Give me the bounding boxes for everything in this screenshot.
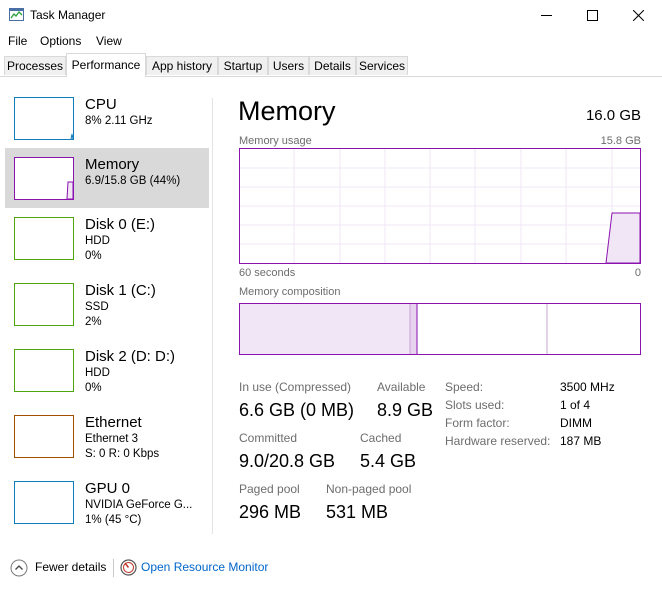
available-value: 8.9 GB <box>377 400 434 420</box>
sidebar-item-label: Memory <box>85 156 140 173</box>
in-use-value: 6.6 GB (0 MB) <box>239 400 355 420</box>
available-label: Available <box>377 380 426 394</box>
sidebar-item-detail: 0% <box>85 250 102 262</box>
committed-label: Committed <box>239 431 298 445</box>
disk-1-thumbnail-graph <box>14 283 74 326</box>
task-manager-icon <box>9 8 24 21</box>
cached-value: 5.4 GB <box>360 451 417 471</box>
tab-services[interactable]: Services <box>356 56 408 75</box>
memory-detail-panel: Memory 16.0 GB Memory usage 15.8 GB 60 s… <box>213 76 662 544</box>
sidebar-item-detail: 0% <box>85 382 102 394</box>
tab-details[interactable]: Details <box>309 56 356 75</box>
chevron-up-icon[interactable] <box>10 559 28 582</box>
maximize-button[interactable] <box>570 0 616 31</box>
tab-performance[interactable]: Performance <box>66 53 146 77</box>
sidebar-item-label: GPU 0 <box>85 480 131 497</box>
ethernet-thumbnail-graph <box>14 415 74 458</box>
sidebar-item-disk-0[interactable]: Disk 0 (E:) HDD 0% <box>5 208 209 268</box>
open-resource-monitor-link[interactable]: Open Resource Monitor <box>141 560 268 574</box>
non-paged-pool-label: Non-paged pool <box>326 482 412 496</box>
menu-options[interactable]: Options <box>40 34 81 48</box>
cpu-thumbnail-graph <box>14 97 74 140</box>
sidebar-item-detail: 2% <box>85 316 102 328</box>
time-axis-right-label: 0 <box>634 267 641 279</box>
resource-monitor-icon <box>120 559 137 581</box>
footer-bar: Fewer details Open Resource Monitor <box>0 552 662 584</box>
cached-label: Cached <box>360 431 402 445</box>
sidebar-item-detail: HDD <box>85 235 110 247</box>
page-title: Memory <box>238 96 336 126</box>
sidebar-item-disk-2[interactable]: Disk 2 (D: D:) HDD 0% <box>5 340 209 400</box>
sidebar-item-disk-1[interactable]: Disk 1 (C:) SSD 2% <box>5 274 209 334</box>
spec-label-hardware-reserved: Hardware reserved: <box>445 434 551 448</box>
spec-label-slots: Slots used: <box>445 398 505 412</box>
sidebar-item-detail: NVIDIA GeForce G... <box>85 499 193 511</box>
sidebar-item-label: Disk 1 (C:) <box>85 282 156 299</box>
menu-file[interactable]: File <box>8 34 27 48</box>
sidebar-item-gpu-0[interactable]: GPU 0 NVIDIA GeForce G... 1% (45 °C) <box>5 472 209 532</box>
menu-bar: File Options View <box>0 31 662 51</box>
gpu-0-thumbnail-graph <box>14 481 74 524</box>
non-paged-pool-value: 531 MB <box>326 502 389 522</box>
sidebar-item-detail: Ethernet 3 <box>85 433 139 445</box>
title-bar: Task Manager <box>0 0 662 31</box>
window-title: Task Manager <box>30 8 106 22</box>
tab-users[interactable]: Users <box>268 56 309 75</box>
spec-value-speed: 3500 MHz <box>560 380 615 394</box>
disk-2-thumbnail-graph <box>14 349 74 392</box>
sidebar-item-ethernet[interactable]: Ethernet Ethernet 3 S: 0 R: 0 Kbps <box>5 406 209 466</box>
sidebar-item-detail: S: 0 R: 0 Kbps <box>85 448 160 460</box>
spec-value-hardware-reserved: 187 MB <box>560 434 602 448</box>
committed-value: 9.0/20.8 GB <box>239 451 336 471</box>
sidebar-item-label: Ethernet <box>85 414 142 431</box>
memory-usage-max: 15.8 GB <box>600 135 641 147</box>
memory-usage-graph <box>239 148 641 264</box>
sidebar-item-label: CPU <box>85 96 117 113</box>
footer-separator <box>113 559 114 577</box>
fewer-details-button[interactable]: Fewer details <box>35 560 106 574</box>
sidebar-item-cpu[interactable]: CPU 8% 2.11 GHz <box>5 88 209 148</box>
paged-pool-value: 296 MB <box>239 502 302 522</box>
disk-0-thumbnail-graph <box>14 217 74 260</box>
tab-processes[interactable]: Processes <box>4 56 66 75</box>
resource-sidebar: CPU 8% 2.11 GHz Memory 6.9/15.8 GB (44%)… <box>0 76 212 544</box>
sidebar-item-detail: 1% (45 °C) <box>85 514 142 526</box>
sidebar-item-detail: 8% 2.11 GHz <box>85 115 153 127</box>
spec-value-form-factor: DIMM <box>560 416 592 430</box>
spec-value-slots: 1 of 4 <box>560 398 591 412</box>
memory-thumbnail-graph <box>14 157 74 200</box>
sidebar-item-detail: 6.9/15.8 GB (44%) <box>85 175 181 187</box>
tab-startup[interactable]: Startup <box>218 56 268 75</box>
total-memory: 16.0 GB <box>585 107 641 124</box>
tab-bar: Processes Performance App history Startu… <box>0 53 662 77</box>
spec-label-speed: Speed: <box>445 380 484 394</box>
time-axis-left-label: 60 seconds <box>239 267 296 279</box>
paged-pool-label: Paged pool <box>239 482 300 496</box>
close-button[interactable] <box>616 0 662 31</box>
memory-composition-label: Memory composition <box>239 286 341 298</box>
sidebar-item-label: Disk 0 (E:) <box>85 216 156 233</box>
sidebar-item-label: Disk 2 (D: D:) <box>85 348 175 365</box>
sidebar-item-detail: SSD <box>85 301 109 313</box>
tab-app-history[interactable]: App history <box>146 56 218 75</box>
memory-usage-label: Memory usage <box>239 135 312 147</box>
minimize-button[interactable] <box>524 0 570 31</box>
sidebar-item-detail: HDD <box>85 367 110 379</box>
menu-view[interactable]: View <box>96 34 122 48</box>
sidebar-item-memory[interactable]: Memory 6.9/15.8 GB (44%) <box>5 148 209 208</box>
memory-composition-bar <box>239 303 641 355</box>
in-use-label: In use (Compressed) <box>239 380 352 394</box>
spec-label-form-factor: Form factor: <box>445 416 510 430</box>
